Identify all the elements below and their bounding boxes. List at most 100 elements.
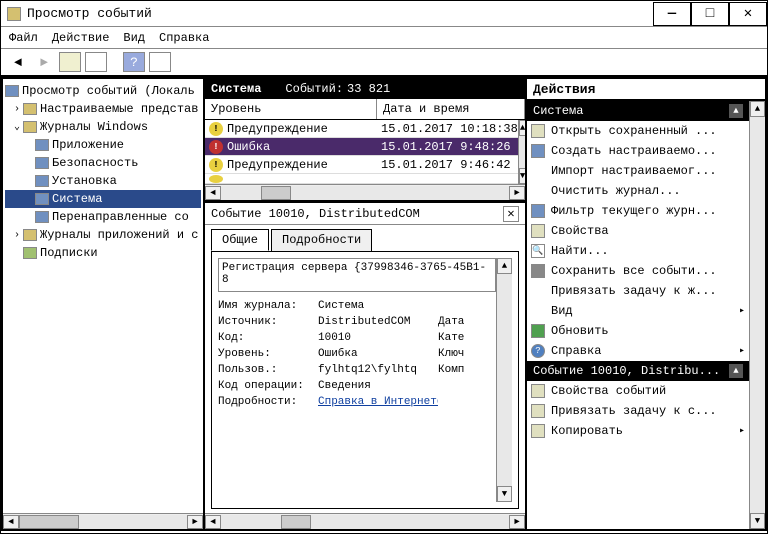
- action-create-custom[interactable]: Создать настраиваемо...: [527, 141, 749, 161]
- log-icon: [35, 211, 49, 223]
- minimize-button[interactable]: —: [653, 2, 691, 26]
- help-link[interactable]: Справка в Интернете: [318, 396, 438, 408]
- tree-subscriptions[interactable]: Подписки: [5, 244, 201, 262]
- detail-hscroll[interactable]: ◄ ►: [205, 513, 525, 529]
- folder-icon: [23, 229, 37, 241]
- funnel-icon: [531, 144, 545, 158]
- list-row[interactable]: ! Предупреждение 15.01.2017 10:18:38: [205, 120, 518, 138]
- list-row[interactable]: [205, 174, 518, 184]
- scroll-up-icon[interactable]: ▲: [750, 101, 765, 117]
- detail-title: Событие 10010, DistributedCOM: [211, 207, 503, 221]
- expand-icon[interactable]: ›: [11, 230, 23, 241]
- tree-security[interactable]: Безопасность: [5, 154, 201, 172]
- scroll-down-icon[interactable]: ▼: [497, 486, 512, 502]
- action-filter[interactable]: Фильтр текущего журн...: [527, 201, 749, 221]
- action-attach-task-event[interactable]: Привязать задачу к с...: [527, 401, 749, 421]
- actions-header: Действия: [527, 79, 765, 101]
- toolbar-grid-icon[interactable]: [85, 52, 107, 72]
- menu-view[interactable]: Вид: [123, 31, 145, 45]
- action-view[interactable]: Вид▸: [527, 301, 749, 321]
- actions-section-system: Система ▲: [527, 101, 749, 121]
- col-date[interactable]: Дата и время: [377, 99, 525, 119]
- scroll-up-icon[interactable]: ▲: [497, 258, 512, 274]
- tree: Просмотр событий (Локаль › Настраиваемые…: [3, 79, 203, 513]
- action-help[interactable]: ?Справка▸: [527, 341, 749, 361]
- scroll-left-icon[interactable]: ◄: [3, 515, 19, 529]
- tree-custom-views[interactable]: › Настраиваемые представ: [5, 100, 201, 118]
- help-icon: ?: [531, 344, 545, 358]
- submenu-icon: ▸: [739, 425, 745, 437]
- action-open-saved[interactable]: Открыть сохраненный ...: [527, 121, 749, 141]
- tab-general[interactable]: Общие: [211, 229, 269, 251]
- action-find[interactable]: 🔍Найти...: [527, 241, 749, 261]
- toolbar-folder-icon[interactable]: [59, 52, 81, 72]
- action-save-all[interactable]: Сохранить все событи...: [527, 261, 749, 281]
- submenu-icon: ▸: [739, 345, 745, 357]
- menu-file[interactable]: Файл: [9, 31, 38, 45]
- detail-vscroll[interactable]: ▲ ▼: [496, 258, 512, 502]
- scroll-down-icon[interactable]: ▼: [519, 168, 525, 184]
- list-hscroll[interactable]: ◄ ►: [205, 184, 525, 200]
- log-icon: [35, 175, 49, 187]
- action-properties[interactable]: Свойства: [527, 221, 749, 241]
- refresh-icon: [531, 324, 545, 338]
- scroll-right-icon[interactable]: ►: [509, 515, 525, 529]
- tree-setup[interactable]: Установка: [5, 172, 201, 190]
- warning-icon: !: [209, 158, 223, 172]
- detail-panel: Событие 10010, DistributedCOM ✕ Общие По…: [205, 203, 525, 529]
- collapse-icon[interactable]: ▲: [729, 364, 743, 378]
- copy-icon: [531, 424, 545, 438]
- scroll-down-icon[interactable]: ▼: [750, 513, 765, 529]
- action-clear-log[interactable]: Очистить журнал...: [527, 181, 749, 201]
- menu-help[interactable]: Справка: [159, 31, 209, 45]
- detail-fields: Имя журнала: Система Источник: Distribut…: [218, 300, 496, 408]
- action-event-properties[interactable]: Свойства событий: [527, 381, 749, 401]
- log-icon: [35, 139, 49, 151]
- list-row[interactable]: ! Ошибка 15.01.2017 9:48:26: [205, 138, 518, 156]
- expand-icon[interactable]: ›: [11, 104, 23, 115]
- folder-icon: [23, 121, 37, 133]
- search-icon: 🔍: [531, 244, 545, 258]
- actions-vscroll[interactable]: ▲ ▼: [749, 101, 765, 529]
- log-icon: [35, 157, 49, 169]
- scroll-right-icon[interactable]: ►: [187, 515, 203, 529]
- detail-close-button[interactable]: ✕: [503, 206, 519, 222]
- tree-app-services[interactable]: › Журналы приложений и с: [5, 226, 201, 244]
- action-import-custom[interactable]: Импорт настраиваемог...: [527, 161, 749, 181]
- help-icon[interactable]: ?: [123, 52, 145, 72]
- tree-windows-logs[interactable]: ⌄ Журналы Windows: [5, 118, 201, 136]
- error-icon: !: [209, 140, 223, 154]
- tree-panel: Просмотр событий (Локаль › Настраиваемые…: [3, 79, 203, 529]
- list-vscroll[interactable]: ▲ ▼: [518, 120, 525, 184]
- collapse-icon[interactable]: ⌄: [11, 121, 23, 133]
- scroll-right-icon[interactable]: ►: [509, 186, 525, 200]
- tree-forwarded[interactable]: Перенаправленные со: [5, 208, 201, 226]
- tab-details[interactable]: Подробности: [271, 229, 372, 251]
- action-copy[interactable]: Копировать▸: [527, 421, 749, 441]
- collapse-icon[interactable]: ▲: [729, 104, 743, 118]
- scroll-left-icon[interactable]: ◄: [205, 515, 221, 529]
- close-button[interactable]: ✕: [729, 2, 767, 26]
- action-refresh[interactable]: Обновить: [527, 321, 749, 341]
- warning-icon: !: [209, 122, 223, 136]
- maximize-button[interactable]: □: [691, 2, 729, 26]
- detail-description: Регистрация сервера {37998346-3765-45B1-…: [218, 258, 496, 292]
- folder-icon: [23, 103, 37, 115]
- scroll-left-icon[interactable]: ◄: [205, 186, 221, 200]
- toolbar-list-icon[interactable]: [149, 52, 171, 72]
- tree-root[interactable]: Просмотр событий (Локаль: [5, 82, 201, 100]
- title-bar: Просмотр событий — □ ✕: [1, 1, 767, 27]
- subscription-icon: [23, 247, 37, 259]
- forward-button[interactable]: ►: [33, 52, 55, 72]
- col-level[interactable]: Уровень: [205, 99, 377, 119]
- action-attach-task[interactable]: Привязать задачу к ж...: [527, 281, 749, 301]
- tree-application[interactable]: Приложение: [5, 136, 201, 154]
- actions-section-event: Событие 10010, Distribu... ▲: [527, 361, 749, 381]
- menu-action[interactable]: Действие: [52, 31, 110, 45]
- list-row[interactable]: ! Предупреждение 15.01.2017 9:46:42: [205, 156, 518, 174]
- tree-system[interactable]: Система: [5, 190, 201, 208]
- save-icon: [531, 264, 545, 278]
- back-button[interactable]: ◄: [7, 52, 29, 72]
- scroll-up-icon[interactable]: ▲: [519, 120, 525, 136]
- tree-hscroll[interactable]: ◄ ►: [3, 513, 203, 529]
